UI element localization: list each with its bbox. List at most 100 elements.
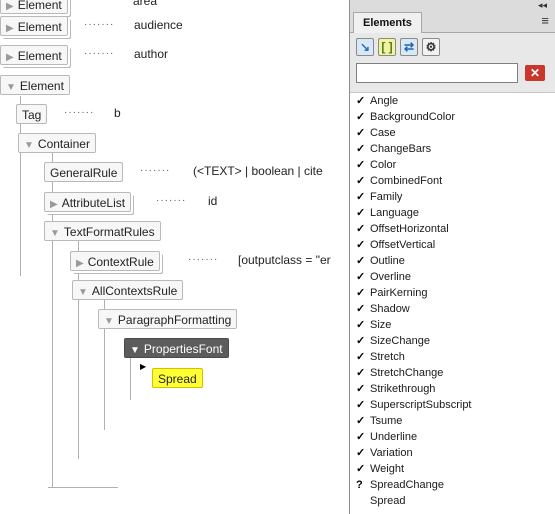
collapse-triangle-icon[interactable]: ▼ (104, 316, 114, 327)
insert-element-icon[interactable]: ↘ (356, 38, 374, 56)
list-item[interactable]: ✓ Size (350, 317, 555, 333)
tree-node-label: AttributeList (61, 196, 126, 210)
list-item[interactable]: ✓ SuperscriptSubscript (350, 397, 555, 413)
check-icon: ✓ (356, 367, 366, 379)
list-item[interactable]: ✓ Overline (350, 269, 555, 285)
tab-elements[interactable]: Elements (353, 12, 422, 33)
attribute-value: b (114, 106, 121, 120)
list-item[interactable]: ✓ Color (350, 157, 555, 173)
tree-node-label: Element (17, 20, 62, 34)
list-item[interactable]: ✓ BackgroundColor (350, 109, 555, 125)
list-item[interactable]: ✓ Weight (350, 461, 555, 477)
list-item[interactable]: ✓ Variation (350, 445, 555, 461)
list-item[interactable]: ✓ Stretch (350, 349, 555, 365)
question-icon: ? (356, 479, 363, 491)
check-icon: ✓ (356, 287, 366, 299)
list-item-label: Tsume (370, 415, 403, 427)
gear-icon[interactable]: ⚙ (422, 38, 440, 56)
list-item[interactable]: ✓ Language (350, 205, 555, 221)
tree-node-contextrule[interactable]: ▶ ContextRule (70, 251, 160, 271)
tree-node-label: GeneralRule (50, 166, 118, 180)
tree-node-propertiesfont-selected[interactable]: ▼ PropertiesFont (124, 338, 229, 358)
list-item-label: Spread (370, 495, 406, 507)
list-item-label: SuperscriptSubscript (370, 399, 472, 411)
expand-triangle-icon[interactable]: ▶ (76, 258, 84, 269)
list-item[interactable]: ✓ Strikethrough (350, 381, 555, 397)
list-item[interactable]: ✓ Shadow (350, 301, 555, 317)
collapse-triangle-icon[interactable]: ▼ (24, 140, 34, 151)
check-icon: ✓ (356, 207, 366, 219)
list-item[interactable]: ✓ Tsume (350, 413, 555, 429)
list-item[interactable]: ? SpreadChange (350, 477, 555, 493)
collapse-triangle-icon[interactable]: ▼ (6, 82, 16, 93)
clear-search-button[interactable]: ✕ (525, 65, 545, 81)
list-item[interactable]: ✓ StretchChange (350, 365, 555, 381)
collapse-triangle-icon[interactable]: ▼ (130, 345, 140, 356)
tree-node-element[interactable]: ▶ Element (0, 0, 68, 14)
list-item-label: Weight (370, 463, 405, 475)
list-item-label: PairKerning (370, 287, 428, 299)
search-row: ✕ (350, 61, 555, 91)
tree-node-generalrule[interactable]: GeneralRule (44, 162, 124, 182)
collapse-triangle-icon[interactable]: ▼ (50, 228, 60, 239)
list-item[interactable]: ✓ Case (350, 125, 555, 141)
tree-node-spread-highlighted[interactable]: Spread (152, 368, 203, 388)
expand-triangle-icon[interactable]: ▶ (50, 199, 58, 210)
list-item-label: Outline (370, 255, 405, 267)
attribute-value: area (133, 0, 158, 8)
list-item-label: Case (370, 127, 396, 139)
tree-connector (78, 241, 79, 459)
tree-node-allcontextsrule[interactable]: ▼ AllContextsRule (72, 280, 184, 300)
tree-node-container[interactable]: ▼ Container (18, 133, 96, 153)
value-leader: ······· (64, 107, 95, 118)
list-item[interactable]: Spread (350, 493, 555, 509)
list-item[interactable]: ✓ CombinedFont (350, 173, 555, 189)
list-item[interactable]: ✓ Outline (350, 253, 555, 269)
check-icon: ✓ (356, 431, 366, 443)
list-item-label: Strikethrough (370, 383, 436, 395)
list-item-label: Family (370, 191, 403, 203)
check-icon: ✓ (356, 111, 366, 123)
list-item[interactable]: ✓ OffsetHorizontal (350, 221, 555, 237)
panel-header: Elements ≡ (350, 10, 555, 33)
list-item-label: Variation (370, 447, 413, 459)
tree-node-element[interactable]: ▶ Element (0, 16, 68, 36)
check-icon: ✓ (356, 127, 366, 139)
search-input[interactable] (356, 63, 518, 83)
wrap-element-icon[interactable]: [ ] (378, 38, 396, 56)
tree-node-attributelist[interactable]: ▶ AttributeList (44, 192, 132, 212)
check-icon: ✓ (356, 415, 366, 427)
check-icon: ✓ (356, 271, 366, 283)
check-icon: ✓ (356, 447, 366, 459)
tree-connector (48, 487, 118, 488)
expand-triangle-icon[interactable]: ▶ (6, 1, 14, 12)
panel-titlebar: ◂◂ (350, 0, 555, 10)
panel-menu-icon[interactable]: ≡ (541, 14, 549, 28)
attribute-value: [outputclass = "er (238, 253, 331, 267)
list-item-label: Color (370, 159, 397, 171)
check-icon: ✓ (356, 319, 366, 331)
list-item-label: Underline (370, 431, 418, 443)
tree-node-label: Tag (22, 108, 42, 122)
value-leader: ······· (84, 19, 115, 30)
expand-triangle-icon[interactable]: ▶ (6, 52, 14, 63)
list-item[interactable]: ✓ OffsetVertical (350, 237, 555, 253)
expand-triangle-icon[interactable]: ▶ (6, 23, 14, 34)
change-element-icon[interactable]: ⇄ (400, 38, 418, 56)
collapse-panel-icon[interactable]: ◂◂ (538, 0, 547, 10)
tree-node-paragraphformatting[interactable]: ▼ ParagraphFormatting (98, 309, 238, 329)
tree-node-element[interactable]: ▶ Element (0, 45, 68, 65)
list-item[interactable]: ✓ Family (350, 189, 555, 205)
tree-node-element[interactable]: ▼ Element (0, 75, 70, 95)
collapse-triangle-icon[interactable]: ▼ (78, 287, 88, 298)
value-leader: ······· (188, 254, 219, 265)
list-item[interactable]: ✓ Underline (350, 429, 555, 445)
list-item[interactable]: ✓ PairKerning (350, 285, 555, 301)
tree-node-tag[interactable]: Tag (16, 104, 48, 124)
list-item-label: Angle (370, 95, 399, 107)
list-item[interactable]: ✓ Angle (350, 93, 555, 109)
list-item[interactable]: ✓ SizeChange (350, 333, 555, 349)
structure-tree-view: ▶ Element ▶ Element ▶ Element ▼ Element Tag … (0, 0, 348, 514)
list-item[interactable]: ✓ ChangeBars (350, 141, 555, 157)
tree-node-textformatrules[interactable]: ▼ TextFormatRules (44, 221, 161, 241)
